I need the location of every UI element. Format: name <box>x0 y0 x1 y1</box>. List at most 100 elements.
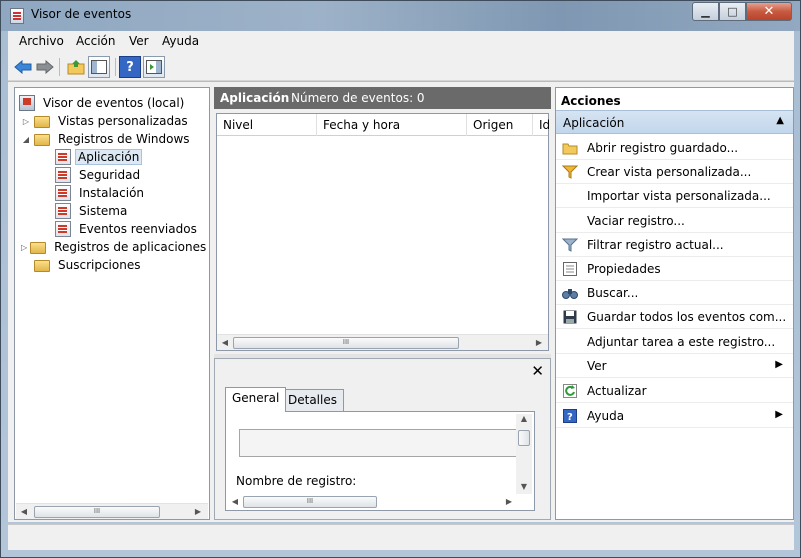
up-folder-icon[interactable] <box>65 56 87 78</box>
action-label: Filtrar registro actual... <box>587 238 724 252</box>
tree-item-label: Vistas personalizadas <box>58 114 188 128</box>
action-label: Ayuda <box>587 409 625 423</box>
action-filtrar-registro[interactable]: Filtrar registro actual... <box>556 233 793 257</box>
tab-general[interactable]: General <box>225 387 287 412</box>
event-description-box[interactable] <box>239 429 521 457</box>
action-label: Actualizar <box>587 384 647 398</box>
tree-item-vistas-personalizadas[interactable]: ▷ Vistas personalizadas <box>21 112 192 130</box>
close-button[interactable]: ✕ <box>746 2 792 21</box>
action-propiedades[interactable]: Propiedades <box>556 257 793 281</box>
show-hide-action-pane-icon[interactable] <box>143 56 165 78</box>
scroll-right-icon[interactable]: ▶ <box>533 337 545 349</box>
scroll-down-icon[interactable]: ▼ <box>516 482 532 491</box>
action-label: Adjuntar tarea a este registro... <box>587 335 776 349</box>
collapse-caret-icon[interactable]: ▲ <box>776 115 784 126</box>
maximize-button[interactable]: □ <box>719 2 746 21</box>
subscriptions-icon <box>34 260 50 272</box>
tree-item-instalacion[interactable]: Instalación <box>55 184 148 202</box>
scroll-left-icon[interactable]: ◀ <box>219 337 231 349</box>
toolbar: ? <box>8 53 794 81</box>
minimize-button[interactable]: ▁ <box>692 2 719 21</box>
main-area: Visor de eventos (local) ▷ Vistas person… <box>8 82 794 522</box>
menu-ver[interactable]: Ver <box>129 34 149 48</box>
tree-item-label: Aplicación <box>75 149 143 165</box>
menu-ayuda[interactable]: Ayuda <box>162 34 199 48</box>
tree-item-label: Eventos reenviados <box>79 222 197 236</box>
scroll-thumb[interactable]: III <box>243 496 377 508</box>
log-icon <box>55 167 71 183</box>
tree-item-registros-aplicaciones[interactable]: ▷ Registros de aplicaciones y s <box>21 238 209 256</box>
events-horizontal-scrollbar[interactable]: ◀ III ▶ <box>217 334 548 350</box>
scroll-up-icon[interactable]: ▲ <box>516 414 532 423</box>
menu-accion[interactable]: Acción <box>76 34 115 48</box>
scroll-right-icon[interactable]: ▶ <box>192 506 204 518</box>
events-column-header: Nivel Fecha y hora Origen Id <box>217 114 549 136</box>
tree-item-label: Registros de aplicaciones y s <box>54 240 209 254</box>
scroll-right-icon[interactable]: ▶ <box>503 496 515 508</box>
column-id[interactable]: Id <box>533 114 549 136</box>
action-adjuntar-tarea[interactable]: Adjuntar tarea a este registro... <box>556 330 793 354</box>
action-ayuda[interactable]: ? Ayuda ▶ <box>556 404 793 428</box>
menu-archivo[interactable]: Archivo <box>19 34 64 48</box>
filter-icon <box>562 164 578 180</box>
action-label: Abrir registro guardado... <box>587 141 739 155</box>
event-detail-pane: ✕ General Detalles ▲ ▼ Nombre de registr… <box>214 358 551 520</box>
tree-item-root[interactable]: Visor de eventos (local) <box>19 94 188 112</box>
folder-icon <box>30 242 47 254</box>
action-abrir-registro[interactable]: Abrir registro guardado... <box>556 136 793 160</box>
tree-item-aplicacion[interactable]: Aplicación <box>55 148 143 166</box>
window-title: Visor de eventos <box>31 7 132 21</box>
detail-horizontal-scrollbar[interactable]: ◀ III ▶ <box>227 494 517 510</box>
column-fecha-hora[interactable]: Fecha y hora <box>317 114 467 136</box>
log-icon <box>55 203 71 219</box>
forward-icon[interactable] <box>34 56 56 78</box>
tree-item-label: Seguridad <box>79 168 141 182</box>
properties-icon <box>562 261 578 277</box>
folder-icon <box>34 134 50 146</box>
events-list[interactable]: Nivel Fecha y hora Origen Id ◀ III ▶ <box>216 113 549 351</box>
action-actualizar[interactable]: Actualizar <box>556 379 793 403</box>
column-nivel[interactable]: Nivel <box>217 114 317 136</box>
scroll-left-icon[interactable]: ◀ <box>229 496 241 508</box>
tree-item-label: Visor de eventos (local) <box>43 96 185 110</box>
action-ver[interactable]: Ver ▶ <box>556 354 793 378</box>
action-guardar-eventos[interactable]: Guardar todos los eventos com... <box>556 305 793 329</box>
action-buscar[interactable]: Buscar... <box>556 281 793 305</box>
actions-section-aplicacion[interactable]: Aplicación ▲ <box>556 110 793 134</box>
tree-item-label: Registros de Windows <box>58 132 190 146</box>
collapse-icon[interactable]: ◢ <box>21 135 31 144</box>
save-icon <box>562 309 578 325</box>
tab-detalles[interactable]: Detalles <box>281 389 344 411</box>
tree-item-label: Sistema <box>79 204 128 218</box>
back-icon[interactable] <box>12 56 34 78</box>
expand-icon[interactable]: ▷ <box>21 243 27 252</box>
log-header-bar: Aplicación Número de eventos: 0 <box>214 87 551 109</box>
help-icon: ? <box>562 408 578 424</box>
tree-item-registros-windows[interactable]: ◢ Registros de Windows <box>21 130 194 148</box>
event-viewer-icon <box>10 8 24 24</box>
actions-pane: Acciones Aplicación ▲ Abrir registro gua… <box>555 87 794 520</box>
scroll-thumb[interactable]: III <box>34 506 160 518</box>
tree-item-label: Suscripciones <box>58 258 141 272</box>
help-icon[interactable]: ? <box>119 56 141 78</box>
expand-icon[interactable]: ▷ <box>21 117 31 126</box>
show-hide-tree-icon[interactable] <box>88 56 110 78</box>
title-bar[interactable]: Visor de eventos ▁ □ ✕ <box>1 1 800 31</box>
tree-horizontal-scrollbar[interactable]: ◀ III ▶ <box>16 503 208 519</box>
tree-item-eventos-reenviados[interactable]: Eventos reenviados <box>55 220 201 238</box>
detail-vertical-scrollbar[interactable]: ▲ ▼ <box>516 414 532 494</box>
scroll-thumb[interactable] <box>518 430 530 446</box>
svg-text:?: ? <box>567 412 573 423</box>
tree-item-suscripciones[interactable]: Suscripciones <box>34 256 144 274</box>
scroll-left-icon[interactable]: ◀ <box>18 506 30 518</box>
scroll-thumb[interactable]: III <box>233 337 459 349</box>
filter-icon <box>562 237 578 253</box>
event-viewer-window: Visor de eventos ▁ □ ✕ Archivo Acción Ve… <box>0 0 801 558</box>
action-crear-vista[interactable]: Crear vista personalizada... <box>556 160 793 184</box>
close-detail-icon[interactable]: ✕ <box>531 362 544 380</box>
action-vaciar-registro[interactable]: Vaciar registro... <box>556 209 793 233</box>
action-importar-vista[interactable]: Importar vista personalizada... <box>556 184 793 208</box>
tree-item-seguridad[interactable]: Seguridad <box>55 166 144 184</box>
column-origen[interactable]: Origen <box>467 114 533 136</box>
tree-item-sistema[interactable]: Sistema <box>55 202 131 220</box>
